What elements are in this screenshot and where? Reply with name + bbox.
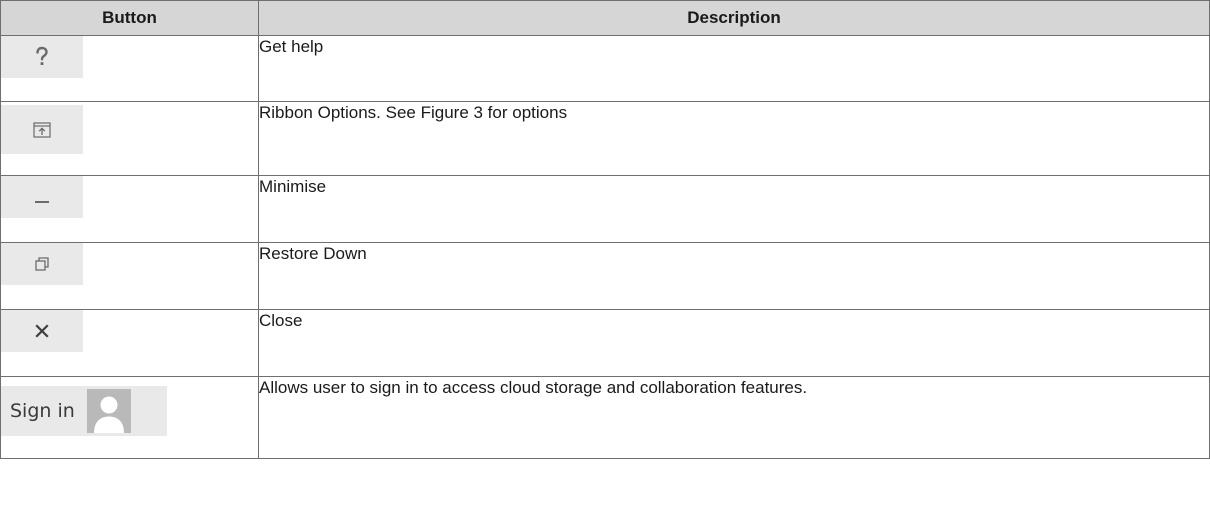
ribbon-options-icon — [33, 121, 51, 138]
button-cell — [0, 175, 259, 243]
user-avatar-icon — [86, 389, 131, 433]
table-row: Get help — [0, 35, 1210, 102]
close-button[interactable] — [1, 310, 83, 352]
sign-in-label: Sign in — [10, 400, 75, 422]
table-row: Restore Down — [0, 242, 1210, 310]
description-cell: Close — [258, 309, 1210, 377]
description-cell: Restore Down — [258, 242, 1210, 310]
table-header-row: Button Description — [0, 0, 1210, 36]
minimise-button[interactable] — [1, 176, 83, 218]
button-reference-table: Button Description Get help Ribbon Optio… — [0, 0, 1210, 459]
description-cell: Get help — [258, 35, 1210, 102]
help-question-icon — [36, 46, 48, 65]
minimise-icon — [35, 201, 49, 203]
table-row: Sign in Allows user to sign in to access… — [0, 376, 1210, 459]
table-row: Ribbon Options. See Figure 3 for options — [0, 101, 1210, 176]
description-cell: Minimise — [258, 175, 1210, 243]
table-row: Close — [0, 309, 1210, 377]
restore-down-button[interactable] — [1, 243, 83, 285]
button-cell — [0, 101, 259, 176]
help-button[interactable] — [1, 36, 83, 78]
description-cell: Allows user to sign in to access cloud s… — [258, 376, 1210, 459]
table-row: Minimise — [0, 175, 1210, 243]
close-icon — [35, 324, 49, 338]
header-button: Button — [0, 0, 259, 36]
button-cell: Sign in — [0, 376, 259, 459]
button-cell — [0, 309, 259, 377]
header-description: Description — [258, 0, 1210, 36]
ribbon-options-button[interactable] — [1, 105, 83, 154]
description-cell: Ribbon Options. See Figure 3 for options — [258, 101, 1210, 176]
button-cell — [0, 242, 259, 310]
sign-in-button[interactable]: Sign in — [1, 386, 167, 436]
restore-down-icon — [35, 257, 49, 271]
button-cell — [0, 35, 259, 102]
